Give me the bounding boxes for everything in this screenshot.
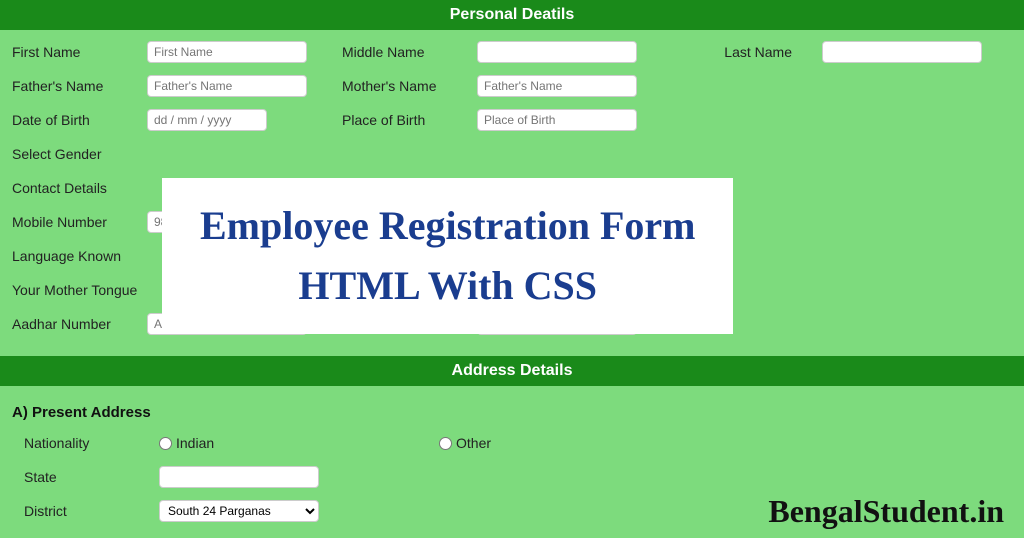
first-name-input[interactable] xyxy=(147,41,307,63)
nationality-row: Nationality Indian Other xyxy=(24,431,1012,455)
parents-row: Father's Name Mother's Name xyxy=(12,74,1012,98)
middle-name-label: Middle Name xyxy=(342,44,477,60)
mothers-name-input[interactable] xyxy=(477,75,637,97)
title-overlay: Employee Registration Form HTML With CSS xyxy=(162,178,733,334)
nationality-other-radio[interactable] xyxy=(439,437,452,450)
state-input[interactable] xyxy=(159,466,319,488)
present-address-title: A) Present Address xyxy=(12,404,1012,421)
aadhar-label: Aadhar Number xyxy=(12,316,147,332)
nationality-label: Nationality xyxy=(24,435,159,451)
nationality-indian-radio[interactable] xyxy=(159,437,172,450)
overlay-line1: Employee Registration Form xyxy=(200,196,695,256)
address-details-header: Address Details xyxy=(0,356,1024,386)
nationality-indian-label: Indian xyxy=(176,435,214,451)
state-label: State xyxy=(24,469,159,485)
personal-details-header: Personal Deatils xyxy=(0,0,1024,30)
pob-label: Place of Birth xyxy=(342,112,477,128)
first-name-label: First Name xyxy=(12,44,147,60)
overlay-line2: HTML With CSS xyxy=(200,256,695,316)
pob-input[interactable] xyxy=(477,109,637,131)
language-label: Language Known xyxy=(12,248,121,264)
gender-label: Select Gender xyxy=(12,146,102,162)
fathers-name-input[interactable] xyxy=(147,75,307,97)
mothers-name-label: Mother's Name xyxy=(342,78,477,94)
gender-row: Select Gender xyxy=(12,142,1012,166)
contact-label: Contact Details xyxy=(12,180,107,196)
dob-input[interactable] xyxy=(147,109,267,131)
district-select[interactable]: South 24 Parganas xyxy=(159,500,319,522)
name-row: First Name Middle Name Last Name xyxy=(12,40,1012,64)
watermark: BengalStudent.in xyxy=(768,493,1004,530)
dob-label: Date of Birth xyxy=(12,112,147,128)
last-name-input[interactable] xyxy=(822,41,982,63)
fathers-name-label: Father's Name xyxy=(12,78,147,94)
district-label: District xyxy=(24,503,159,519)
last-name-label: Last Name xyxy=(724,44,792,60)
middle-name-input[interactable] xyxy=(477,41,637,63)
mobile-label: Mobile Number xyxy=(12,214,147,230)
nationality-other-label: Other xyxy=(456,435,491,451)
birth-row: Date of Birth Place of Birth xyxy=(12,108,1012,132)
state-row: State xyxy=(24,465,1012,489)
mother-tongue-label: Your Mother Tongue xyxy=(12,282,137,298)
